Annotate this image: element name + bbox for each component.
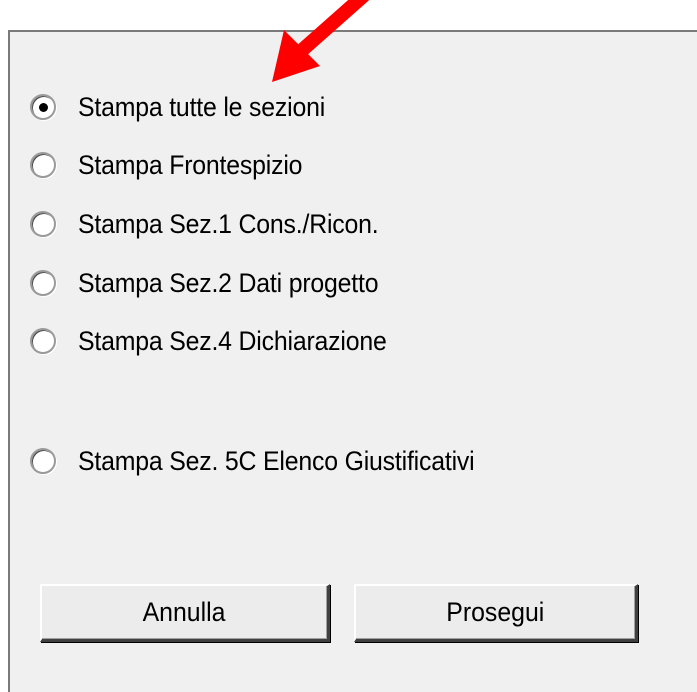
cancel-button[interactable]: Annulla <box>40 584 330 642</box>
radio-option-label: Stampa Frontespizio <box>78 149 303 180</box>
radio-button-icon[interactable] <box>30 328 56 354</box>
radio-option-sez5c[interactable]: Stampa Sez. 5C Elenco Giustificativi <box>30 441 509 481</box>
continue-button-label: Prosegui <box>446 597 545 627</box>
radio-button-icon[interactable] <box>30 211 56 237</box>
radio-button-icon[interactable] <box>30 94 56 120</box>
radio-option-label: Stampa tutte le sezioni <box>78 91 326 122</box>
radio-option-label: Stampa Sez. 5C Elenco Giustificativi <box>78 445 475 476</box>
radio-button-icon[interactable] <box>30 270 56 296</box>
radio-option-label: Stampa Sez.2 Dati progetto <box>78 267 379 298</box>
radio-option-frontespizio[interactable]: Stampa Frontespizio <box>30 145 322 185</box>
radio-option-all-sections[interactable]: Stampa tutte le sezioni <box>30 87 347 127</box>
radio-button-icon[interactable] <box>30 448 56 474</box>
radio-option-sez2[interactable]: Stampa Sez.2 Dati progetto <box>30 263 405 303</box>
radio-option-label: Stampa Sez.4 Dichiarazione <box>78 325 387 356</box>
radio-option-sez4[interactable]: Stampa Sez.4 Dichiarazione <box>30 321 413 361</box>
radio-button-icon[interactable] <box>30 152 56 178</box>
radio-option-sez1[interactable]: Stampa Sez.1 Cons./Ricon. <box>30 204 405 244</box>
cancel-button-label: Annulla <box>143 597 226 627</box>
radio-option-label: Stampa Sez.1 Cons./Ricon. <box>78 208 379 239</box>
red-arrow-annotation <box>272 0 370 82</box>
continue-button[interactable]: Prosegui <box>354 584 638 642</box>
